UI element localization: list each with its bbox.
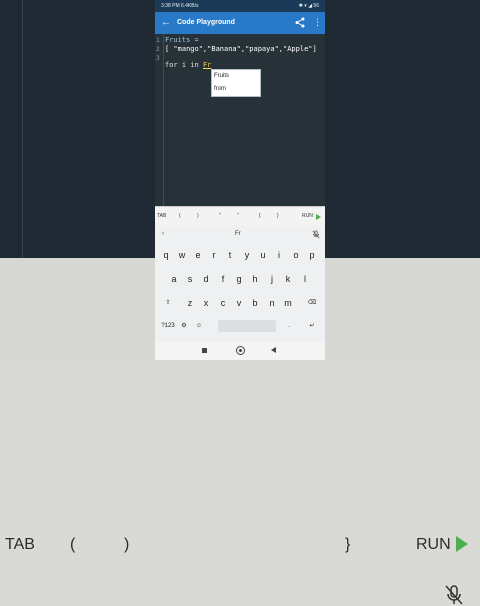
key[interactable]: a: [167, 272, 181, 286]
keyboard-suggestion[interactable]: Fr: [235, 231, 241, 237]
key[interactable]: u: [256, 248, 270, 262]
line-number: 2: [156, 46, 160, 53]
background-mic-off-icon: [445, 585, 463, 605]
status-time: 3:38 PM 6.4KB/s: [161, 0, 199, 12]
status-clock: 3:38 PM: [161, 3, 180, 9]
run-arrow-icon[interactable]: [316, 214, 321, 220]
close-brace-key[interactable]: }: [277, 213, 279, 219]
line-number: 3: [156, 55, 160, 62]
symbols-key[interactable]: ?123: [160, 319, 176, 333]
period-key[interactable]: .: [282, 319, 296, 333]
settings-icon[interactable]: ⚙: [177, 319, 191, 333]
backspace-icon[interactable]: ⌫: [305, 296, 319, 310]
mic-off-icon[interactable]: [312, 230, 320, 239]
soft-keyboard: › Fr q w e r t y u i o p a s d f g h j k…: [155, 226, 325, 342]
keyboard-suggestion-bar: › Fr: [155, 226, 325, 244]
code-cursor-word: Fr: [202, 61, 212, 69]
code-line-3: for i in Fr: [165, 61, 211, 70]
quote-key[interactable]: ": [219, 213, 221, 219]
code-line-3-prefix: for i in: [165, 61, 203, 69]
background-gutter-line: [22, 0, 23, 258]
key[interactable]: f: [216, 272, 230, 286]
more-vert-icon[interactable]: ⋮: [313, 16, 322, 28]
code-editor[interactable]: 1 2 3 Fruits = [ "mango","Banana","papay…: [155, 34, 325, 206]
home-icon[interactable]: [236, 346, 245, 355]
key[interactable]: k: [281, 272, 295, 286]
autocomplete-item[interactable]: from: [212, 83, 260, 96]
status-bar: 3:38 PM 6.4KB/s ✱ ▾ ◢ 56: [155, 0, 325, 12]
chevron-right-icon[interactable]: ›: [162, 231, 164, 237]
shift-icon[interactable]: ⇧: [161, 296, 175, 310]
key[interactable]: q: [159, 248, 173, 262]
key[interactable]: s: [183, 272, 197, 286]
key[interactable]: t: [223, 248, 237, 262]
background-close-brace: }: [345, 536, 351, 553]
close-paren-key[interactable]: ): [197, 213, 199, 219]
line-number: 1: [156, 37, 160, 44]
emoji-icon[interactable]: ☺: [192, 319, 206, 333]
key[interactable]: p: [305, 248, 319, 262]
open-paren-key[interactable]: (: [179, 213, 181, 219]
key[interactable]: l: [298, 272, 312, 286]
autocomplete-item[interactable]: Fruits: [212, 70, 260, 83]
key[interactable]: r: [207, 248, 221, 262]
status-icons: ✱ ▾ ◢ 56: [298, 3, 319, 9]
background-open-paren: (: [70, 536, 76, 553]
key[interactable]: m: [281, 296, 295, 310]
code-line-1: Fruits =: [165, 36, 199, 44]
key[interactable]: b: [248, 296, 262, 310]
autocomplete-popup: Fruits from: [211, 69, 261, 97]
background-tab-label: TAB: [5, 536, 35, 553]
key[interactable]: c: [216, 296, 230, 310]
line-number-gutter: 1 2 3: [155, 34, 164, 206]
tab-key[interactable]: TAB: [157, 213, 166, 219]
key[interactable]: z: [183, 296, 197, 310]
back-icon[interactable]: [271, 347, 276, 353]
key[interactable]: i: [272, 248, 286, 262]
key[interactable]: g: [232, 272, 246, 286]
key[interactable]: v: [232, 296, 246, 310]
key[interactable]: x: [199, 296, 213, 310]
run-button[interactable]: RUN: [302, 213, 313, 219]
recents-icon[interactable]: [202, 348, 207, 353]
open-brace-key[interactable]: {: [259, 213, 261, 219]
key[interactable]: h: [248, 272, 262, 286]
key[interactable]: w: [175, 248, 189, 262]
key[interactable]: o: [289, 248, 303, 262]
quote-key[interactable]: ": [237, 213, 239, 219]
status-speed: 6.4KB/s: [181, 3, 199, 9]
system-nav-bar: [155, 342, 325, 360]
key[interactable]: d: [199, 272, 213, 286]
key[interactable]: e: [191, 248, 205, 262]
app-title: Code Playground: [177, 19, 235, 26]
key[interactable]: j: [265, 272, 279, 286]
background-run-label: RUN: [416, 536, 451, 553]
back-arrow-icon[interactable]: ←: [161, 17, 171, 29]
share-icon[interactable]: [295, 17, 305, 28]
key[interactable]: n: [265, 296, 279, 310]
background-close-paren: ): [124, 536, 130, 553]
phone-screen: 3:38 PM 6.4KB/s ✱ ▾ ◢ 56 ← Code Playgrou…: [155, 0, 325, 360]
enter-icon[interactable]: ↵: [305, 319, 319, 333]
app-bar: ← Code Playground ⋮: [155, 12, 325, 34]
key[interactable]: y: [240, 248, 254, 262]
symbol-toolbar: TAB ( ) " " { } RUN: [155, 206, 325, 227]
background-run-arrow-icon: [456, 536, 468, 552]
code-line-2: [ "mango","Banana","papaya","Apple"]: [165, 45, 317, 53]
space-key[interactable]: [218, 320, 276, 332]
